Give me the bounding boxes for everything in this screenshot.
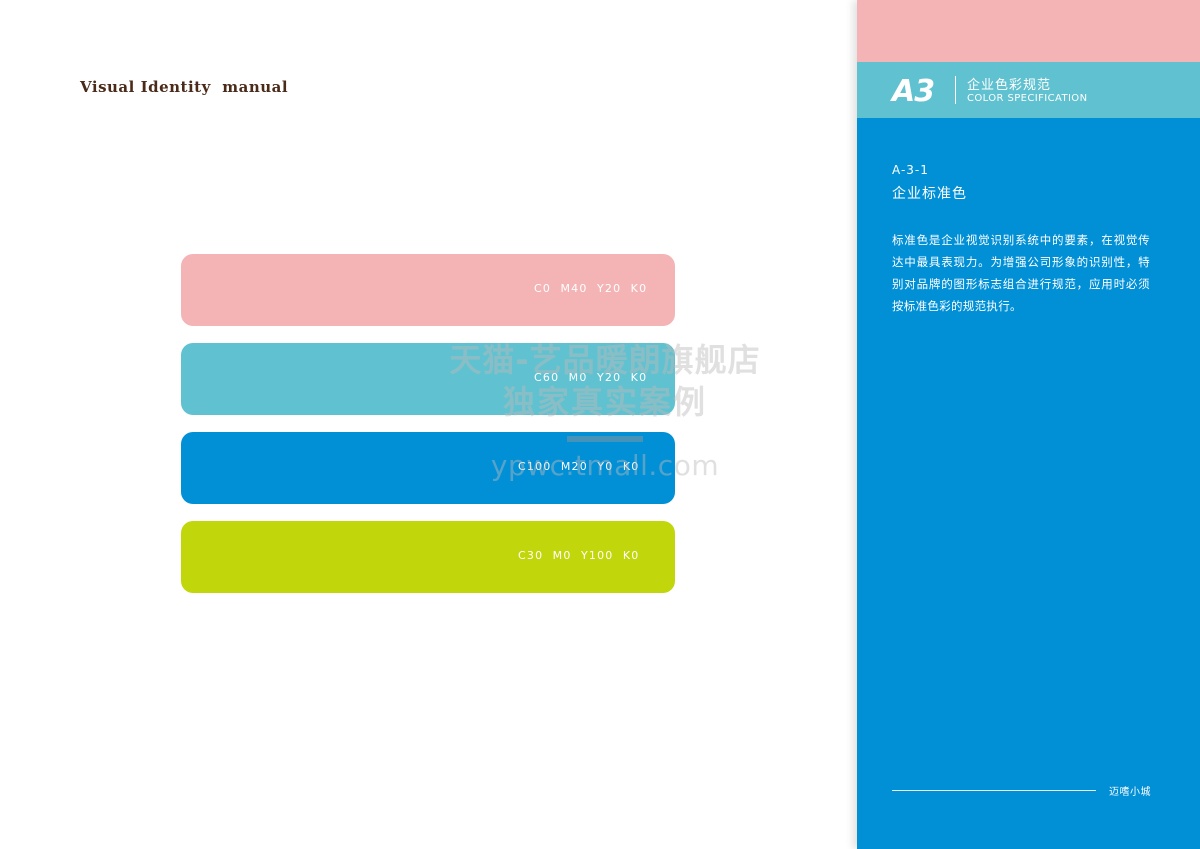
swatch-label-blue: C100 M20 Y0 K0: [518, 460, 640, 473]
section-title-cn: 企业色彩规范: [967, 78, 1052, 93]
description-text: 标准色是企业视觉识别系统中的要素，在视觉传达中最具表现力。为增强公司形象的识别性…: [892, 233, 1150, 313]
section-title-en: COLOR SPECIFICATION: [967, 93, 1088, 104]
footer-brand: 迈嗜小城: [1109, 787, 1151, 798]
swatch-label-lime: C30 M0 Y100 K0: [518, 549, 640, 562]
panel-top-band: [857, 0, 1200, 62]
footer-divider: [892, 790, 1096, 791]
swatch-label-pink: C0 M40 Y20 K0: [534, 282, 648, 295]
section-code: A3: [892, 74, 935, 109]
color-swatch-lime: C30 M0 Y100 K0: [181, 521, 675, 593]
color-swatch-blue: C100 M20 Y0 K0: [181, 432, 675, 504]
panel-header: A3 企业色彩规范 COLOR SPECIFICATION: [857, 62, 1200, 118]
manual-page: Visual Identity manual C0 M40 Y20 K0 C60…: [0, 0, 1200, 849]
swatch-label-teal: C60 M0 Y20 K0: [534, 371, 648, 384]
header-divider: [955, 76, 956, 104]
manual-title: Visual Identity manual: [80, 78, 289, 96]
color-swatch-teal: C60 M0 Y20 K0: [181, 343, 675, 415]
subsection-title: 企业标准色: [892, 186, 967, 202]
info-panel: A3 企业色彩规范 COLOR SPECIFICATION A-3-1 企业标准…: [857, 0, 1200, 849]
color-swatch-pink: C0 M40 Y20 K0: [181, 254, 675, 326]
subsection-code: A-3-1: [892, 163, 929, 177]
